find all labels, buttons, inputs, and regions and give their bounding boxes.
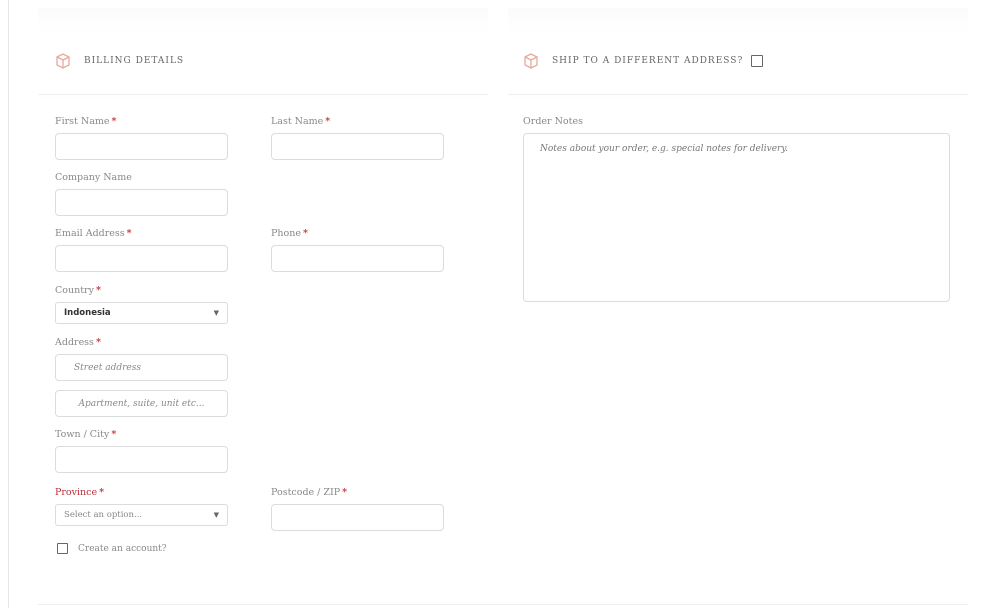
country-select[interactable]: Indonesia ▼ [55,302,228,324]
billing-section-title: BILLING DETAILS [84,56,185,66]
shipping-section-title: SHIP TO A DIFFERENT ADDRESS? [552,56,744,66]
country-label: Country [55,285,94,296]
required-mark: * [111,429,117,440]
company-name-label: Company Name [55,172,132,183]
company-name-field: Company Name [55,171,228,216]
page-left-border [8,0,9,608]
billing-section-header: BILLING DETAILS [54,46,184,76]
street-address-placeholder: Street address [74,362,141,373]
package-icon [54,52,72,70]
email-input[interactable] [55,245,228,272]
shipping-section-header: SHIP TO A DIFFERENT ADDRESS? [522,46,764,76]
email-field: Email Address * [55,227,228,272]
shipping-header-band [508,8,968,34]
postcode-label: Postcode / ZIP [271,487,341,498]
create-account-checkbox[interactable] [57,543,68,554]
province-label: Province [55,487,98,498]
province-select[interactable]: Select an option... ▼ [55,504,228,526]
required-mark: * [302,228,308,239]
street-address-input[interactable]: Street address [55,354,228,381]
phone-label: Phone [271,228,301,239]
required-mark: * [95,285,101,296]
order-notes-placeholder: Notes about your order, e.g. special not… [540,144,789,154]
first-name-field: First Name * [55,115,228,160]
required-mark: * [95,337,101,348]
order-notes-field: Order Notes Notes about your order, e.g.… [523,115,950,302]
billing-header-band [38,8,488,34]
address-field: Address * Street address Apartment, suite… [55,336,228,417]
postcode-field: Postcode / ZIP * [271,486,444,531]
billing-header-divider [38,94,488,95]
bottom-divider [38,604,968,605]
required-mark: * [126,228,132,239]
apartment-placeholder: Apartment, suite, unit etc... [78,398,205,409]
province-field: Province * Select an option... ▼ [55,486,228,526]
town-city-input[interactable] [55,446,228,473]
country-value: Indonesia [64,308,111,318]
apartment-input[interactable]: Apartment, suite, unit etc... [55,390,228,417]
order-notes-label: Order Notes [523,116,583,127]
package-icon [522,52,540,70]
chevron-down-icon: ▼ [213,309,219,317]
ship-different-checkbox[interactable] [751,55,764,67]
chevron-down-icon: ▼ [213,511,219,519]
country-field: Country * Indonesia ▼ [55,284,228,324]
create-account-row: Create an account? [57,543,167,554]
required-mark: * [325,116,331,127]
required-mark: * [111,116,117,127]
shipping-header-divider [508,94,968,95]
phone-input[interactable] [271,245,444,272]
last-name-label: Last Name [271,116,324,127]
company-name-input[interactable] [55,189,228,216]
email-label: Email Address [55,228,125,239]
phone-field: Phone * [271,227,444,272]
province-value: Select an option... [64,510,143,520]
last-name-input[interactable] [271,133,444,160]
town-city-label: Town / City [55,429,110,440]
required-mark: * [342,487,348,498]
order-notes-textarea[interactable]: Notes about your order, e.g. special not… [523,133,950,302]
town-city-field: Town / City * [55,428,228,473]
last-name-field: Last Name * [271,115,444,160]
first-name-input[interactable] [55,133,228,160]
create-account-label[interactable]: Create an account? [78,544,167,554]
postcode-input[interactable] [271,504,444,531]
first-name-label: First Name [55,116,110,127]
address-label: Address [55,337,94,348]
required-mark: * [99,487,105,498]
